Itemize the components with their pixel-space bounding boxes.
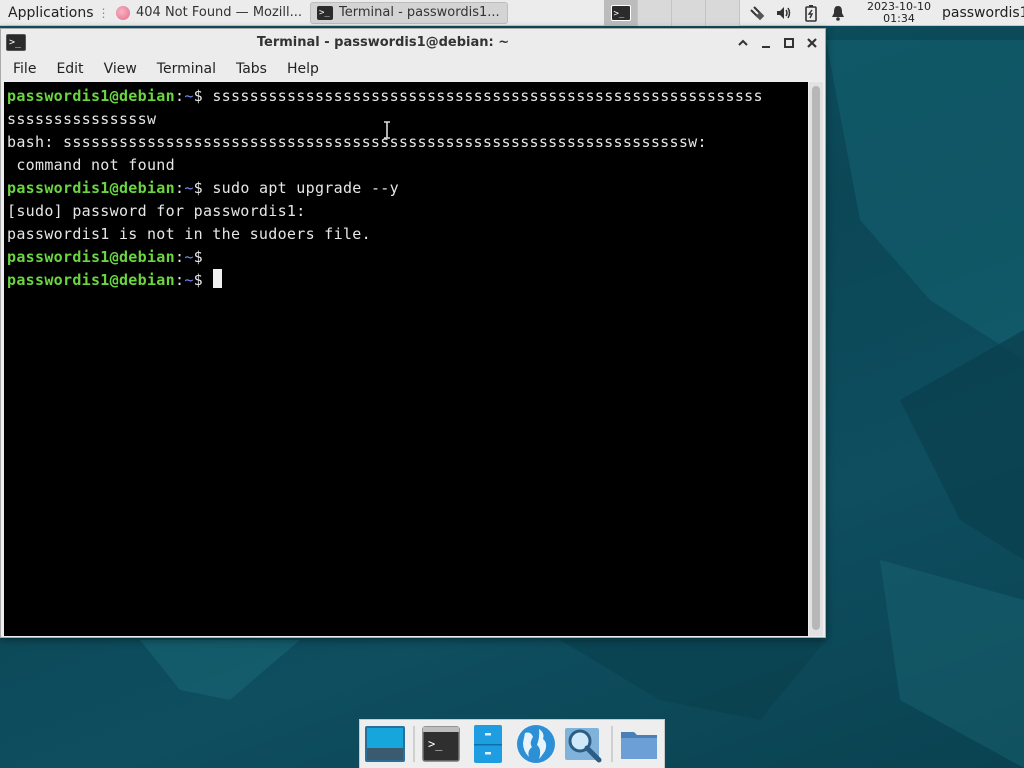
terminal-line: passwordis1@debian:~$ ssssssssssssssssss… <box>7 87 763 105</box>
show-desktop-button[interactable] <box>362 721 407 767</box>
notifications-icon[interactable] <box>829 4 847 22</box>
clock[interactable]: 2023-10-10 01:34 <box>860 1 938 25</box>
separator-handle-icon: ⋮ <box>97 5 110 20</box>
prompt-symbol: $ <box>193 271 203 289</box>
system-tray <box>748 0 847 26</box>
svg-text:>_: >_ <box>428 737 443 751</box>
scrollbar-thumb[interactable] <box>812 86 820 630</box>
minimize-button[interactable] <box>757 34 775 52</box>
dock-separator <box>413 726 415 762</box>
menu-edit[interactable]: Edit <box>46 57 93 81</box>
clock-time: 01:34 <box>883 12 915 25</box>
dock-app-finder-button[interactable] <box>560 721 605 767</box>
chevron-up-icon <box>738 39 748 46</box>
workspace-4[interactable] <box>706 0 740 26</box>
top-panel: Applications ⋮ 404 Not Found — Mozill...… <box>0 0 1024 26</box>
terminal-line: passwordis1 is not in the sudoers file. <box>7 225 371 243</box>
prompt-user-host: passwordis1@debian <box>7 271 175 289</box>
prompt-user-host: passwordis1@debian <box>7 87 175 105</box>
terminal-line: bash: ssssssssssssssssssssssssssssssssss… <box>7 133 707 151</box>
close-button[interactable] <box>803 34 821 52</box>
prompt-path: ~ <box>184 87 194 105</box>
app-finder-icon <box>564 728 602 763</box>
firefox-icon <box>116 5 130 20</box>
bottom-dock: >_ <box>359 719 665 768</box>
text-cursor <box>213 269 223 288</box>
terminal-line: sssssssssssssssw <box>7 110 157 128</box>
ibeam-cursor-icon <box>384 121 390 139</box>
dock-web-browser-button[interactable] <box>513 721 558 767</box>
shade-button[interactable] <box>734 34 752 52</box>
menu-terminal[interactable]: Terminal <box>147 57 226 81</box>
prompt-symbol: $ <box>193 179 203 197</box>
prompt-symbol: $ <box>193 248 203 266</box>
prompt-path: ~ <box>184 271 194 289</box>
terminal-text: passwordis1@debian:~$ ssssssssssssssssss… <box>7 85 807 292</box>
terminal-icon: >_ <box>422 726 461 762</box>
folder-icon <box>621 732 658 759</box>
menu-bar: File Edit View Terminal Tabs Help <box>1 57 825 81</box>
prompt-user-host: passwordis1@debian <box>7 248 175 266</box>
menu-view[interactable]: View <box>94 57 147 81</box>
menu-help[interactable]: Help <box>277 57 329 81</box>
taskbar-terminal[interactable]: >_ Terminal - passwordis1... <box>310 1 508 24</box>
workspace-2[interactable] <box>638 0 672 26</box>
menu-tabs[interactable]: Tabs <box>226 57 277 81</box>
prompt-user-host: passwordis1@debian <box>7 179 175 197</box>
terminal-line: [sudo] password for passwordis1: <box>7 202 306 220</box>
maximize-button[interactable] <box>780 34 798 52</box>
minimize-icon <box>762 46 770 48</box>
show-desktop-icon <box>364 726 405 762</box>
dock-terminal-button[interactable]: >_ <box>419 721 464 767</box>
terminal-icon: >_ <box>610 5 631 21</box>
window-title: Terminal - passwordis1@debian: ~ <box>256 35 510 50</box>
terminal-output-area[interactable]: passwordis1@debian:~$ ssssssssssssssssss… <box>4 82 808 636</box>
workspace-switcher: >_ <box>604 0 740 26</box>
command-text: ssssssssssssssssssssssssssssssssssssssss… <box>203 87 763 105</box>
prompt-path: ~ <box>184 179 194 197</box>
terminal-line: passwordis1@debian:~$ sudo apt upgrade -… <box>7 179 399 197</box>
dock-folder-button[interactable] <box>617 721 662 767</box>
prompt-symbol: $ <box>193 87 203 105</box>
close-icon <box>807 38 817 48</box>
web-browser-icon <box>516 725 555 763</box>
taskbar-firefox[interactable]: 404 Not Found — Mozill... <box>110 2 308 24</box>
terminal-line: passwordis1@debian:~$ <box>7 269 807 292</box>
terminal-icon: >_ <box>317 5 333 20</box>
prompt-path: ~ <box>184 248 194 266</box>
terminal-window: >_ Terminal - passwordis1@debian: ~ File… <box>0 28 826 638</box>
file-manager-icon <box>474 725 503 763</box>
maximize-icon <box>784 38 794 48</box>
applications-label: Applications <box>8 4 94 21</box>
window-titlebar[interactable]: >_ Terminal - passwordis1@debian: ~ <box>1 29 825 57</box>
user-menu[interactable]: passwordis1 <box>942 0 1024 26</box>
terminal-line: passwordis1@debian:~$ <box>7 248 203 266</box>
workspace-1[interactable]: >_ <box>604 0 638 26</box>
battery-icon[interactable] <box>802 4 820 22</box>
menu-file[interactable]: File <box>3 57 46 81</box>
taskbar-firefox-label: 404 Not Found — Mozill... <box>136 5 303 20</box>
dock-file-manager-button[interactable] <box>466 721 511 767</box>
volume-icon[interactable] <box>775 4 793 22</box>
taskbar-terminal-label: Terminal - passwordis1... <box>339 5 500 20</box>
applications-menu[interactable]: Applications ⋮ <box>0 0 110 26</box>
dock-separator <box>611 726 613 762</box>
network-icon[interactable] <box>748 4 766 22</box>
command-text: sudo apt upgrade --y <box>203 179 399 197</box>
workspace-3[interactable] <box>672 0 706 26</box>
terminal-scrollbar[interactable] <box>809 82 823 636</box>
terminal-line: command not found <box>7 156 175 174</box>
